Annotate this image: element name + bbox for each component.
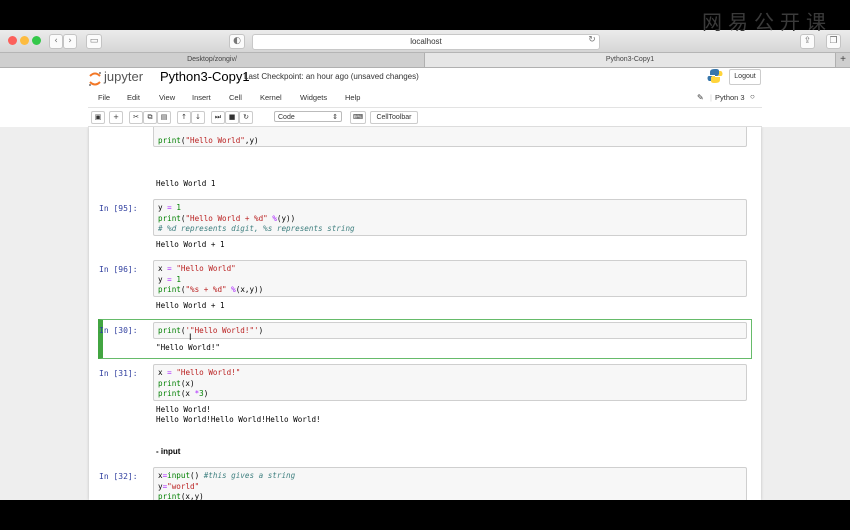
notebook-container[interactable]: print("Hello World",y) Hello World 1 In … [0, 127, 850, 500]
tabs-overview-icon[interactable]: ❐ [826, 34, 841, 49]
tab-desktop-label: Desktop/zongiv/ [187, 56, 237, 63]
menu-kernel[interactable]: Kernel [260, 93, 282, 102]
save-icon[interactable]: ▣ [91, 111, 105, 124]
address-bar[interactable]: localhost [252, 34, 600, 50]
code-comment: # %d represents digit, %s represents str… [158, 224, 355, 233]
cell-output: Hello World 1 [156, 179, 216, 188]
cell-output: Hello World!Hello World!Hello World! [156, 415, 321, 424]
code-line: print("Hello World + %d" %(y)) [158, 213, 296, 223]
command-palette-icon[interactable]: ⌨ [350, 111, 366, 124]
string-literal: "Hello World" [185, 135, 245, 145]
code-line: print(x *3) [158, 389, 209, 398]
menu-help[interactable]: Help [345, 93, 360, 102]
code-cell-input[interactable]: print('"Hello World!"') [153, 322, 747, 339]
input-prompt: In [30]: [99, 326, 138, 335]
code-cell-input[interactable]: x=input() #this gives a string y="world"… [153, 467, 747, 500]
cell-output: Hello World + 1 [156, 240, 225, 249]
notebook-title[interactable]: Python3-Copy1 [160, 69, 250, 84]
input-prompt: In [95]: [99, 204, 138, 213]
code-line: print("%s + %d" %(x,y)) [158, 285, 264, 294]
screen: ‹ › ▭ ◐ localhost ↻ ⇪ ❐ Desktop/zongiv/ … [0, 30, 850, 500]
kernel-idle-icon: ○ [750, 92, 755, 101]
code-cell-input[interactable]: y = 1 print("Hello World + %d" %(y)) # %… [153, 199, 747, 236]
video-letterbox [0, 500, 850, 530]
kernel-name: Python 3 [715, 93, 745, 102]
notebook-toolbar: ▣ + ✂ ⧉ ▤ ↑ ↓ ⏭ ■ ↻ Code ⇕ ⌨ CellToolbar [88, 108, 762, 127]
code-line: print("Hello World",y) [158, 135, 259, 145]
code-cell-input[interactable]: print("Hello World",y) [153, 127, 747, 147]
menu-cell[interactable]: Cell [229, 93, 242, 102]
checkpoint-status: Last Checkpoint: an hour ago (unsaved ch… [244, 72, 419, 81]
url-text: localhost [410, 37, 442, 46]
tab-desktop[interactable]: Desktop/zongiv/ [0, 53, 425, 67]
code-line: x = "Hello World!" [158, 368, 241, 377]
sidebar-icon[interactable]: ▭ [86, 34, 102, 49]
code-line: y = 1 [158, 274, 181, 284]
run-icon[interactable]: ⏭ [211, 111, 225, 124]
watermark-logo: 网易公开课 [702, 10, 832, 34]
select-arrows-icon: ⇕ [332, 114, 338, 121]
privacy-icon[interactable]: ◐ [229, 34, 245, 49]
tab-notebook-label: Python3-Copy1 [605, 56, 655, 63]
copy-icon[interactable]: ⧉ [143, 111, 157, 124]
cell-type-select[interactable]: Code ⇕ [274, 111, 342, 122]
code-line: x=input() #this gives a string [158, 471, 296, 480]
code-line: print('"Hello World!"') [158, 326, 264, 335]
menu-bar: File Edit View Insert Cell Kernel Widget… [88, 91, 762, 108]
code-line: print(x,y) [158, 492, 204, 500]
move-up-icon[interactable]: ↑ [177, 111, 191, 124]
cell-output: Hello World + 1 [156, 301, 225, 310]
close-window-icon[interactable] [8, 36, 17, 45]
code-line: y = 1 [158, 203, 181, 212]
interrupt-icon[interactable]: ■ [225, 111, 239, 124]
cell-output: "Hello World!" [156, 343, 221, 352]
notebook-page: print("Hello World",y) Hello World 1 In … [89, 127, 761, 500]
menu-edit[interactable]: Edit [127, 93, 140, 102]
menu-view[interactable]: View [159, 93, 175, 102]
jupyter-logo-text[interactable]: jupyter [104, 69, 143, 84]
forward-icon[interactable]: › [63, 34, 77, 49]
cell-type-value: Code [278, 114, 295, 121]
menu-insert[interactable]: Insert [192, 93, 211, 102]
insert-cell-icon[interactable]: + [109, 111, 123, 124]
input-prompt: In [31]: [99, 369, 138, 378]
share-icon[interactable]: ⇪ [800, 34, 815, 49]
menu-file[interactable]: File [98, 93, 110, 102]
back-icon[interactable]: ‹ [49, 34, 63, 49]
code-cell-input[interactable]: x = "Hello World" y = 1 print("%s + %d" … [153, 260, 747, 297]
menu-widgets[interactable]: Widgets [300, 93, 327, 102]
logout-button[interactable]: Logout [729, 69, 761, 85]
paste-icon[interactable]: ▤ [157, 111, 171, 124]
jupyter-header: jupyter Python3-Copy1 Last Checkpoint: a… [0, 68, 850, 90]
code-line: y="world" [158, 481, 200, 491]
code-line: print(x) [158, 378, 195, 388]
kernel-divider: | [710, 93, 712, 102]
input-prompt: In [32]: [99, 472, 138, 481]
restart-icon[interactable]: ↻ [239, 111, 253, 124]
reload-icon[interactable]: ↻ [587, 35, 597, 45]
tab-notebook[interactable]: Python3-Copy1 [425, 53, 836, 67]
minimize-window-icon[interactable] [20, 36, 29, 45]
edit-mode-pencil-icon: ✎ [697, 93, 704, 102]
python-logo-icon [707, 69, 723, 83]
markdown-cell[interactable]: - input [156, 447, 180, 456]
tab-bar: Desktop/zongiv/ Python3-Copy1 + [0, 53, 850, 68]
code-line: x = "Hello World" [158, 264, 236, 273]
jupyter-logo-icon [89, 72, 101, 86]
cell-output: Hello World! [156, 405, 211, 414]
code-cell-input[interactable]: x = "Hello World!" print(x) print(x *3) [153, 364, 747, 401]
text-cursor-icon: I [189, 332, 192, 342]
cut-icon[interactable]: ✂ [129, 111, 143, 124]
maximize-window-icon[interactable] [32, 36, 41, 45]
celltoolbar-button[interactable]: CellToolbar [370, 111, 418, 124]
input-prompt: In [96]: [99, 265, 138, 274]
move-down-icon[interactable]: ↓ [191, 111, 205, 124]
new-tab-icon[interactable]: + [836, 53, 850, 67]
